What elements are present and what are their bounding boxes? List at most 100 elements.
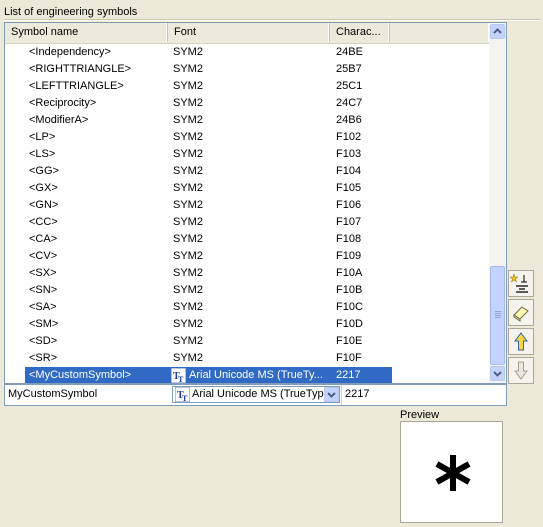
table-row[interactable]: <Independency> SYM2 24BE	[5, 44, 489, 61]
table-row[interactable]: <CV> SYM2 F109	[5, 248, 489, 265]
chevron-up-icon	[493, 28, 502, 34]
row-font: SYM2	[173, 233, 203, 245]
row-symbol-name: <SA>	[29, 301, 57, 313]
font-dropdown-button[interactable]	[324, 387, 339, 402]
svg-text:T: T	[178, 375, 184, 383]
thumb-grip	[495, 315, 501, 316]
column-header-character[interactable]: Charac...	[330, 23, 390, 42]
table-row[interactable]: <SD> SYM2 F10E	[5, 333, 489, 350]
row-font: SYM2	[173, 80, 203, 92]
table-row[interactable]: <LS> SYM2 F103	[5, 146, 489, 163]
row-code: F106	[336, 199, 362, 211]
table-row[interactable]: <ModifierA> SYM2 24B6	[5, 112, 489, 129]
row-font: SYM2	[173, 301, 203, 313]
row-font: SYM2	[173, 131, 203, 143]
row-code: 2217	[336, 369, 361, 381]
table-row[interactable]: <GX> SYM2 F105	[5, 180, 489, 197]
row-code: F10A	[336, 267, 363, 279]
row-font: SYM2	[173, 148, 203, 160]
table-row[interactable]: <CA> SYM2 F108	[5, 231, 489, 248]
table-row[interactable]: <SM> SYM2 F10D	[5, 316, 489, 333]
row-font: SYM2	[173, 352, 203, 364]
table-row[interactable]: <SN> SYM2 F10B	[5, 282, 489, 299]
row-font: SYM2	[173, 267, 203, 279]
row-code: 24B6	[336, 114, 362, 126]
row-symbol-name: <CC>	[29, 216, 58, 228]
table-row[interactable]: <GN> SYM2 F106	[5, 197, 489, 214]
erase-button[interactable]	[508, 299, 534, 326]
field-divider	[341, 385, 342, 405]
section-divider	[4, 19, 540, 21]
row-symbol-name: <SM>	[29, 318, 59, 330]
eraser-icon	[513, 306, 529, 322]
chevron-down-icon	[493, 371, 502, 377]
column-header-symbol-name[interactable]: Symbol name	[5, 23, 168, 42]
preview-box	[400, 421, 503, 523]
table-row[interactable]: <CC> SYM2 F107	[5, 214, 489, 231]
table-row[interactable]: <LP> SYM2 F102	[5, 129, 489, 146]
table-row[interactable]: <SA> SYM2 F10C	[5, 299, 489, 316]
row-code: 25B7	[336, 63, 362, 75]
table-row[interactable]: <Reciprocity> SYM2 24C7	[5, 95, 489, 112]
row-symbol-name: <SN>	[29, 284, 58, 296]
row-code: F109	[336, 250, 362, 262]
scroll-thumb[interactable]	[490, 266, 505, 365]
row-code: F10C	[336, 301, 363, 313]
thumb-grip	[495, 313, 501, 314]
symbol-toolbar	[508, 270, 534, 386]
row-symbol-name: <RIGHTTRIANGLE>	[29, 63, 132, 75]
row-code: F10D	[336, 318, 363, 330]
row-code: F102	[336, 131, 362, 143]
row-font: SYM2	[173, 63, 203, 75]
symbol-rows: <Independency> SYM2 24BE <RIGHTTRIANGLE> SY…	[5, 44, 489, 383]
table-row[interactable]: <LEFTTRIANGLE> SYM2 25C1	[5, 78, 489, 95]
chevron-down-icon	[327, 392, 336, 398]
row-code: 24BE	[336, 46, 363, 58]
row-symbol-name: <SD>	[29, 335, 58, 347]
row-font: SYM2	[173, 284, 203, 296]
column-header-font[interactable]: Font	[168, 23, 330, 42]
row-symbol-name: <CV>	[29, 250, 58, 262]
scroll-down-button[interactable]	[490, 366, 505, 381]
preview-glyph	[435, 455, 471, 491]
table-row-selected[interactable]: <MyCustomSymbol> T T Arial Unicode MS (T…	[5, 367, 489, 383]
row-font: SYM2	[173, 335, 203, 347]
table-row[interactable]: <SR> SYM2 F10F	[5, 350, 489, 367]
scroll-up-button[interactable]	[490, 24, 505, 39]
row-symbol-name: <Reciprocity>	[29, 97, 97, 109]
move-down-button[interactable]	[508, 357, 534, 384]
truetype-icon: T T	[171, 368, 186, 383]
row-symbol-name: <CA>	[29, 233, 58, 245]
table-row[interactable]: <SX> SYM2 F10A	[5, 265, 489, 282]
table-row[interactable]: <RIGHTTRIANGLE> SYM2 25B7	[5, 61, 489, 78]
row-code: F104	[336, 165, 362, 177]
thumb-grip	[495, 317, 501, 318]
font-select-value: Arial Unicode MS (TrueType)	[192, 388, 324, 400]
character-code-field[interactable]: 2217	[345, 388, 369, 400]
row-font: SYM2	[173, 165, 203, 177]
row-symbol-name: <LEFTTRIANGLE>	[29, 80, 124, 92]
font-select[interactable]: T T Arial Unicode MS (TrueType)	[172, 386, 340, 403]
section-title: List of engineering symbols	[4, 6, 138, 18]
row-code: F103	[336, 148, 362, 160]
row-code: F10F	[336, 352, 362, 364]
row-font: SYM2	[173, 46, 203, 58]
move-up-button[interactable]	[508, 328, 534, 355]
row-font: SYM2	[173, 97, 203, 109]
symbol-editor-row: MyCustomSymbol T T Arial Unicode MS (Tru…	[4, 384, 507, 406]
row-symbol-name: <SR>	[29, 352, 58, 364]
symbol-list[interactable]: Symbol name Font Charac... <Independency…	[4, 22, 507, 384]
row-code: F107	[336, 216, 362, 228]
truetype-icon: T T	[175, 387, 190, 402]
row-font: SYM2	[173, 250, 203, 262]
row-symbol-name: <GX>	[29, 182, 58, 194]
row-code: F10E	[336, 335, 363, 347]
new-symbol-button[interactable]	[508, 270, 534, 297]
row-font: SYM2	[173, 114, 203, 126]
row-code: 24C7	[336, 97, 363, 109]
symbol-name-field[interactable]: MyCustomSymbol	[8, 388, 97, 400]
table-row[interactable]: <GG> SYM2 F104	[5, 163, 489, 180]
vertical-scrollbar[interactable]	[489, 23, 506, 383]
arrow-up-icon	[514, 332, 528, 351]
row-symbol-name: <GG>	[29, 165, 59, 177]
